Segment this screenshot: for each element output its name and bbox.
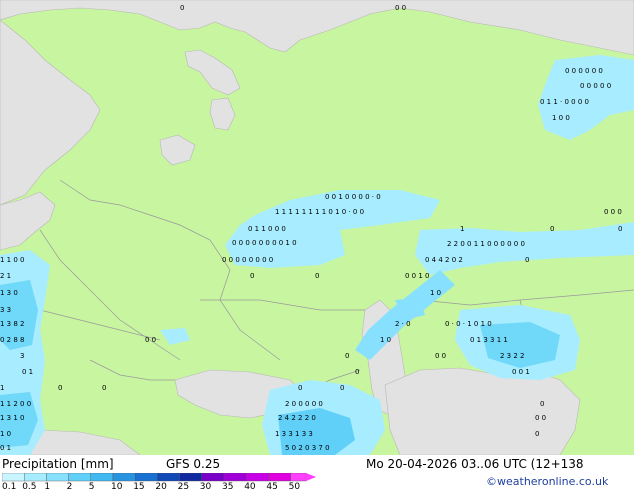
- svg-text:0: 0: [525, 256, 529, 264]
- svg-text:1 1 1 1 1 1 1 1 0 1 0 · 0 0: 1 1 1 1 1 1 1 1 0 1 0 · 0 0: [275, 208, 364, 216]
- legend-swatch: [245, 473, 269, 482]
- svg-text:1 0: 1 0: [380, 336, 391, 344]
- svg-text:0: 0: [58, 384, 62, 392]
- legend-tick-label: 2: [66, 482, 73, 492]
- svg-text:0: 0: [340, 384, 344, 392]
- svg-text:1 0: 1 0: [430, 289, 441, 297]
- credit-link[interactable]: ©weatheronline.co.uk: [486, 475, 608, 488]
- svg-text:0 2 8 8: 0 2 8 8: [0, 336, 25, 344]
- svg-text:2 3 2 2: 2 3 2 2: [500, 352, 525, 360]
- svg-text:2 4 2 2 2 0: 2 4 2 2 2 0: [278, 414, 316, 422]
- legend-tick-label: 5: [88, 482, 95, 492]
- legend-tick-label: 0.5: [22, 482, 37, 492]
- svg-text:0 1 3 3 1 1: 0 1 3 3 1 1: [470, 336, 508, 344]
- svg-text:0 0 1 0 0 0 0 · 0: 0 0 1 0 0 0 0 · 0: [325, 193, 381, 201]
- svg-text:2 · 0: 2 · 0: [395, 320, 411, 328]
- svg-text:1 1 0 0: 1 1 0 0: [0, 256, 25, 264]
- svg-text:0 0 0 0 0: 0 0 0 0 0: [580, 82, 611, 90]
- svg-text:1 0 0: 1 0 0: [552, 114, 570, 122]
- legend-tick-label: 45: [266, 482, 278, 492]
- svg-text:0: 0: [180, 4, 184, 12]
- model-name: GFS 0.25: [166, 457, 221, 471]
- precipitation-map: 0 0 0 0 0 0 0 0 0 0 0 0 1 1 · 0 0 0 0 1 …: [0, 0, 634, 455]
- svg-text:0 0: 0 0: [145, 336, 156, 344]
- svg-text:0 1 1 0 0 0: 0 1 1 0 0 0: [248, 225, 286, 233]
- legend-tick-label: 50: [288, 482, 301, 492]
- svg-text:0 0: 0 0: [535, 414, 546, 422]
- legend-tick-label: 30: [199, 482, 212, 492]
- svg-text:1: 1: [460, 225, 464, 233]
- svg-text:0 0 0 0 0 0 0 0: 0 0 0 0 0 0 0 0: [222, 256, 273, 264]
- legend-tick-label: 1: [44, 482, 51, 492]
- svg-text:1 0: 1 0: [0, 430, 11, 438]
- svg-text:2 2 0 0 1 1 0 0 0 0 0 0: 2 2 0 0 1 1 0 0 0 0 0 0: [447, 240, 525, 248]
- legend-swatch: [268, 473, 291, 482]
- legend-tick-label: 40: [244, 482, 256, 492]
- svg-text:0 1: 0 1: [22, 368, 33, 376]
- svg-text:1 3 8 2: 1 3 8 2: [0, 320, 25, 328]
- svg-text:0 4 4 2 0 2: 0 4 4 2 0 2: [425, 256, 463, 264]
- southern-sea: [384, 367, 581, 455]
- svg-text:1 3 3 1 3 3: 1 3 3 1 3 3: [275, 430, 313, 438]
- svg-text:0 0 1 0: 0 0 1 0: [405, 272, 430, 280]
- svg-text:0 0 1: 0 0 1: [512, 368, 530, 376]
- svg-text:0: 0: [540, 400, 544, 408]
- svg-text:1 3 0: 1 3 0: [0, 289, 18, 297]
- legend-swatch: [223, 473, 247, 482]
- legend-tick-label: 35: [222, 482, 234, 492]
- svg-text:1 3 1 0: 1 3 1 0: [0, 414, 25, 422]
- svg-text:0 0 0 0 0 0: 0 0 0 0 0 0: [565, 67, 603, 75]
- svg-text:0: 0: [345, 352, 349, 360]
- legend-swatch: [179, 473, 203, 482]
- svg-text:2 0 0 0 0 0: 2 0 0 0 0 0: [285, 400, 323, 408]
- svg-text:0: 0: [355, 368, 359, 376]
- svg-text:0 · 0 · 1 0 1 0: 0 · 0 · 1 0 1 0: [445, 320, 492, 328]
- legend-swatch: [134, 473, 158, 482]
- svg-text:0: 0: [250, 272, 254, 280]
- valid-time: Mo 20-04-2026 03..06 UTC (12+138: [366, 457, 584, 471]
- svg-text:0 0 0: 0 0 0: [604, 208, 622, 216]
- svg-text:0: 0: [618, 225, 622, 233]
- legend-arrow: [306, 473, 317, 481]
- legend-swatch: [112, 473, 136, 482]
- footer-bar: Precipitation [mm] GFS 0.25 Mo 20-04-202…: [0, 455, 634, 492]
- svg-text:1: 1: [0, 384, 4, 392]
- legend-swatch: [90, 473, 114, 482]
- svg-text:0: 0: [315, 272, 319, 280]
- legend-swatch: [46, 473, 69, 482]
- svg-text:0 1 1 · 0 0 0 0: 0 1 1 · 0 0 0 0: [540, 98, 589, 106]
- svg-text:0 0: 0 0: [395, 4, 406, 12]
- svg-text:3: 3: [20, 352, 24, 360]
- svg-text:0: 0: [550, 225, 554, 233]
- legend-tick-label: 10: [111, 482, 123, 492]
- svg-text:0: 0: [298, 384, 302, 392]
- legend-tick-label: 0.1: [2, 482, 17, 492]
- svg-text:0: 0: [102, 384, 106, 392]
- svg-text:0 0 0 0 0 0 0 0 1 0: 0 0 0 0 0 0 0 0 1 0: [232, 239, 297, 247]
- svg-text:2 1: 2 1: [0, 272, 11, 280]
- svg-text:0 1: 0 1: [0, 444, 11, 452]
- legend-swatch: [24, 473, 47, 482]
- legend-tick-label: 25: [177, 482, 190, 492]
- svg-text:1 1 2 0 0: 1 1 2 0 0: [0, 400, 31, 408]
- legend-swatch: [290, 473, 307, 482]
- legend-swatch: [157, 473, 180, 482]
- legend-swatch: [68, 473, 91, 482]
- color-legend: [2, 473, 317, 482]
- svg-text:0 0: 0 0: [435, 352, 446, 360]
- legend-swatch: [2, 473, 25, 482]
- svg-text:5 0 2 0 3 7 0: 5 0 2 0 3 7 0: [285, 444, 330, 452]
- legend-swatch: [201, 473, 225, 482]
- legend-tick-label: 15: [133, 482, 145, 492]
- svg-text:0: 0: [535, 430, 539, 438]
- map-title: Precipitation [mm]: [2, 457, 114, 471]
- legend-tick-label: 20: [155, 482, 167, 492]
- svg-text:3 3: 3 3: [0, 306, 11, 314]
